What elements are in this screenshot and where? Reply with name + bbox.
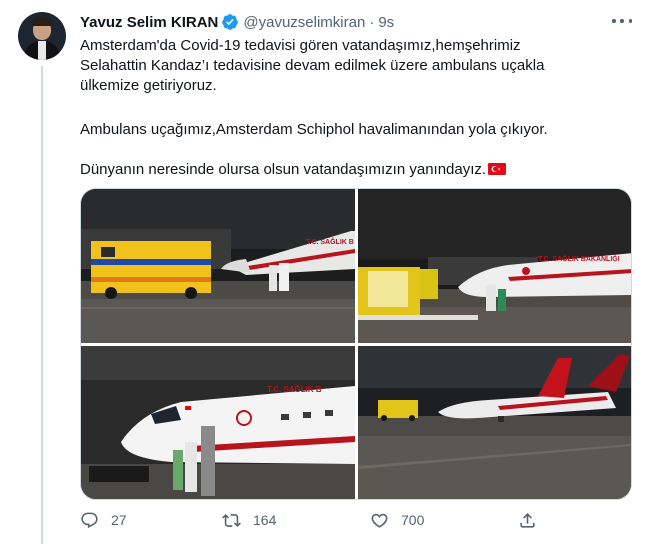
- author-handle[interactable]: @yavuzselimkiran: [243, 14, 365, 31]
- reply-icon: [81, 512, 98, 528]
- aircraft-livery-text: T.C. SAĞLIK BAKANLIĞI: [538, 254, 620, 263]
- avatar[interactable]: [18, 12, 66, 60]
- verified-badge-icon: [222, 14, 239, 30]
- aircraft-livery-text: T.C. SAĞLIK B: [267, 385, 322, 394]
- turkey-flag-icon: [488, 163, 507, 175]
- photo-3[interactable]: T.C. SAĞLIK B: [81, 346, 355, 499]
- thread-line: [41, 66, 43, 544]
- reply-count: 27: [111, 512, 127, 528]
- retweet-icon: [222, 513, 241, 527]
- tweet-paragraph-1: Amsterdam'da Covid-19 tedavisi gören vat…: [80, 37, 545, 94]
- retweet-button[interactable]: 164: [222, 508, 276, 532]
- retweet-count: 164: [253, 512, 277, 528]
- separator-dot: ·: [369, 13, 375, 31]
- more-options-icon[interactable]: [612, 13, 632, 29]
- timestamp[interactable]: 9s: [378, 14, 394, 31]
- photo-1[interactable]: T.C. SAĞLIK B: [81, 189, 355, 343]
- tweet-actions: 27 164 700: [80, 508, 550, 532]
- photo-2[interactable]: T.C. SAĞLIK BAKANLIĞI: [358, 189, 631, 343]
- tweet-paragraph-2: Ambulans uçağımız,Amsterdam Schiphol hav…: [80, 121, 548, 138]
- like-icon: [371, 513, 388, 528]
- like-count: 700: [401, 512, 425, 528]
- author-name[interactable]: Yavuz Selim KIRAN: [80, 14, 218, 31]
- tweet-paragraph-3: Dünyanın neresinde olursa olsun vatandaş…: [80, 161, 487, 178]
- photo-4[interactable]: [358, 346, 631, 499]
- like-button[interactable]: 700: [370, 508, 424, 532]
- aircraft-livery-text: T.C. SAĞLIK B: [306, 237, 354, 246]
- media-grid: T.C. SAĞLIK B T.C. SAĞLIK BAKANLIĞI T.C.…: [80, 188, 632, 500]
- tweet-header: Yavuz Selim KIRAN @yavuzselimkiran · 9s: [80, 12, 394, 32]
- reply-button[interactable]: 27: [80, 508, 127, 532]
- tweet-paragraph-3-line: Dünyanın neresinde olursa olsun vatandaş…: [80, 160, 507, 180]
- share-icon: [520, 512, 535, 528]
- share-button[interactable]: [518, 508, 549, 532]
